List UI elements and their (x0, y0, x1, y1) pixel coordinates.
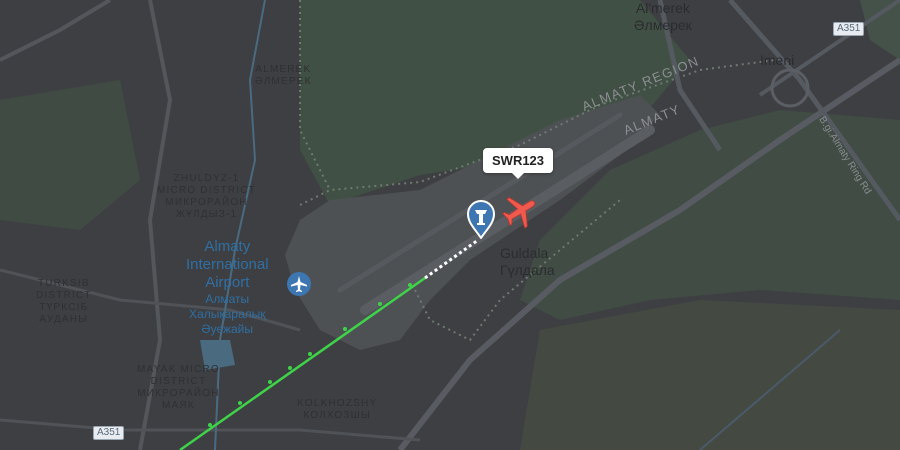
district-label-mayak: MAYAK MICRO DISTRICT МИКРОРАЙОН МАЯК (137, 364, 220, 411)
airport-marker-icon[interactable] (286, 271, 312, 302)
road-shield-a351: A351 (833, 22, 865, 36)
district-label-zhuldyz: ZHULDYZ-1 MICRO DISTRICT МИКРОРАЙОН ЖҰЛД… (157, 173, 257, 220)
place-label-guldala: Guldala Гүлдала (500, 245, 555, 278)
place-label-almerek: Al'merek Әлмерек (634, 0, 692, 33)
district-label-almerek: ALMEREK ӘЛМЕРЕК (255, 64, 312, 87)
district-label-kolkhozshy: KOLKHOZSHY КОЛХОЗШЫ (297, 398, 378, 421)
control-tower-pin-icon[interactable] (466, 199, 496, 244)
road-shield-a351: A351 (93, 426, 125, 440)
place-label-imeni: Imeni (760, 52, 795, 68)
flight-callsign-tag[interactable]: SWR123 (483, 148, 554, 179)
district-label-turksib: TURKSIB DISTRICT ТҮРКСІБ АУДАНЫ (36, 278, 92, 325)
airplane-icon[interactable] (500, 193, 540, 234)
map-view[interactable]: A351 A351 ALMATY REGION ALMATY B.gi.Alma… (0, 0, 900, 450)
airport-label[interactable]: Almaty International Airport Алматы Халы… (186, 238, 269, 337)
